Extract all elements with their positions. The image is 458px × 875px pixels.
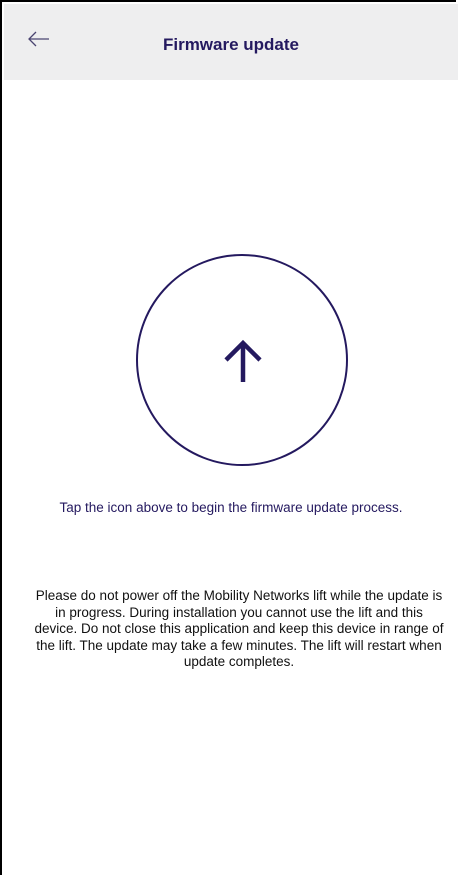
top-app-bar: Firmware update [4,4,458,80]
app-screen: Firmware update Tap the icon above to be… [0,0,458,875]
page-title: Firmware update [162,35,300,54]
instruction-text: Tap the icon above to begin the firmware… [59,500,403,515]
back-button[interactable] [26,26,66,62]
start-update-button[interactable] [136,254,348,466]
arrow-left-icon [26,26,66,52]
warning-text: Please do not power off the Mobility Net… [34,588,444,669]
